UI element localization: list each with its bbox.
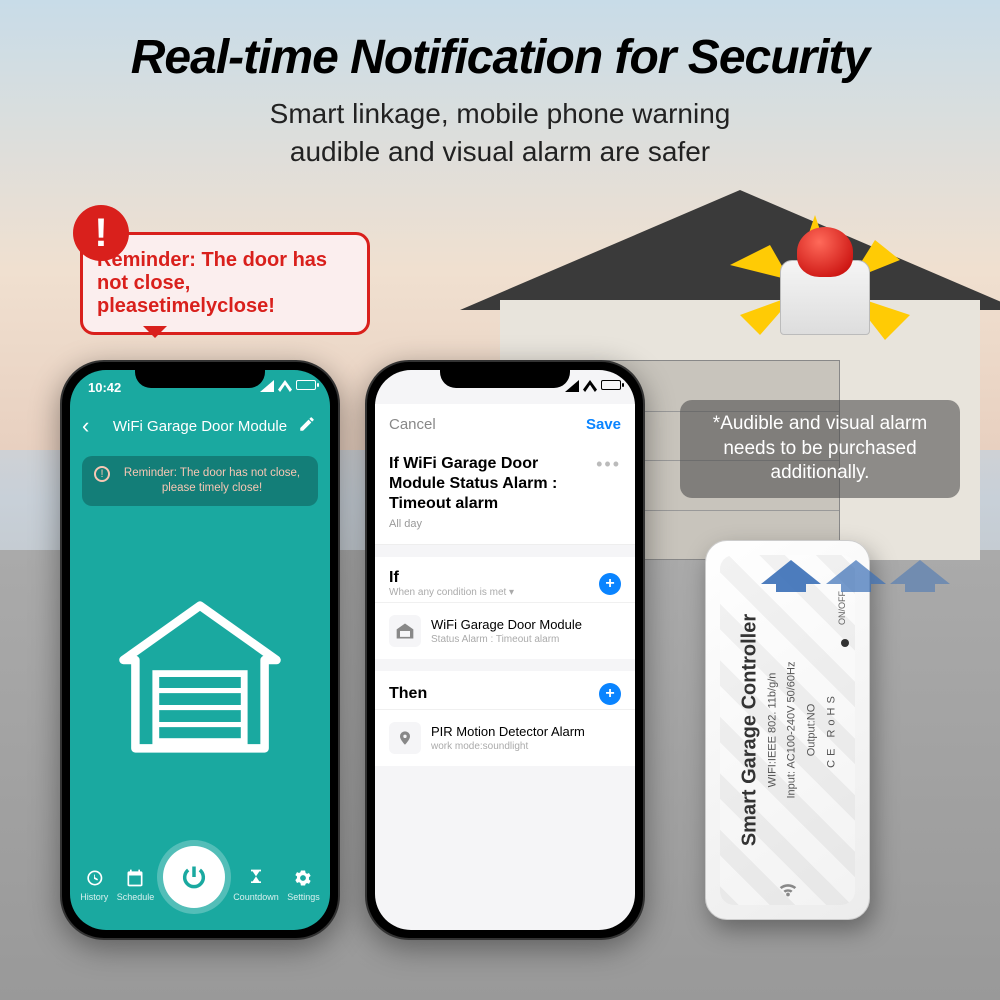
add-then-button[interactable]: + <box>599 683 621 705</box>
controller-title: Smart Garage Controller <box>738 565 761 895</box>
alert-badge-icon: ! <box>73 205 129 261</box>
pir-icon <box>389 722 421 754</box>
then-label: Then <box>389 685 427 703</box>
back-button[interactable]: ‹ <box>82 413 89 439</box>
headline: Real-time Notification for Security <box>0 30 1000 85</box>
wifi-logo-icon <box>775 878 801 905</box>
add-if-button[interactable]: + <box>599 573 621 595</box>
in-app-alert-banner: ! Reminder: The door has not close, plea… <box>82 456 318 506</box>
save-button[interactable]: Save <box>586 416 621 433</box>
controller-wifi-spec: WIFI:IEEE 802. 11b/g/n <box>765 565 780 895</box>
controller-input-spec: Input: AC100-240V 50/60Hz <box>784 565 799 895</box>
alert-icon: ! <box>94 466 110 482</box>
automation-subtitle: All day <box>389 518 589 530</box>
if-card-subtitle: Status Alarm : Timeout alarm <box>431 634 582 645</box>
tab-history[interactable]: History <box>80 868 108 902</box>
onoff-button[interactable] <box>841 639 849 647</box>
alarm-footnote: *Audible and visual alarm needs to be pu… <box>680 400 960 498</box>
then-action-card[interactable]: PIR Motion Detector Alarm work mode:soun… <box>375 709 635 766</box>
tab-countdown-label: Countdown <box>233 892 279 902</box>
signal-icon <box>260 380 274 392</box>
tab-settings-label: Settings <box>287 892 320 902</box>
tab-settings[interactable]: Settings <box>287 868 320 902</box>
automation-title: If WiFi Garage Door Module Status Alarm … <box>389 454 589 514</box>
automation-title-row: If WiFi Garage Door Module Status Alarm … <box>375 444 635 545</box>
garage-state-graphic[interactable] <box>70 514 330 840</box>
wifi-icon <box>278 380 292 392</box>
subhead-line-2: audible and visual alarm are safer <box>290 136 710 167</box>
tab-schedule[interactable]: Schedule <box>117 868 155 902</box>
subhead-line-1: Smart linkage, mobile phone warning <box>270 98 731 129</box>
signal-icon <box>565 380 579 392</box>
reminder-text: Reminder: The door has not close, please… <box>97 249 327 317</box>
status-time: 10:42 <box>88 380 121 395</box>
if-section: If When any condition is met ▾ + WiFi Ga… <box>375 557 635 659</box>
app-screen-garage: 10:42 ‹ WiFi Garage Door Module ! Remind… <box>70 370 330 930</box>
garage-icon <box>389 615 421 647</box>
phone-notch <box>440 362 570 388</box>
if-label: If <box>389 569 514 587</box>
then-card-title: PIR Motion Detector Alarm <box>431 724 585 739</box>
controller-output-spec: Output:NO <box>804 565 819 895</box>
then-card-subtitle: work mode:soundlight <box>431 741 585 752</box>
power-button[interactable] <box>163 846 225 908</box>
in-app-alert-text: Reminder: The door has not close, please… <box>118 466 306 496</box>
siren-dome <box>797 227 853 277</box>
bottom-tab-bar: History Schedule Countdown Settings <box>70 840 330 930</box>
wifi-icon <box>583 380 597 392</box>
battery-icon <box>601 380 621 390</box>
edit-button[interactable] <box>298 415 316 437</box>
phone-notch <box>135 362 265 388</box>
reminder-callout: ! Reminder: The door has not close, plea… <box>80 232 370 335</box>
app-title: WiFi Garage Door Module <box>113 418 287 435</box>
siren-graphic <box>780 260 870 335</box>
phone-device-automation: Cancel Save If WiFi Garage Door Module S… <box>365 360 645 940</box>
if-condition-text[interactable]: When any condition is met ▾ <box>389 587 514 598</box>
cancel-button[interactable]: Cancel <box>389 416 436 433</box>
upload-arrows <box>761 560 950 603</box>
tab-schedule-label: Schedule <box>117 892 155 902</box>
phone-device-app: 10:42 ‹ WiFi Garage Door Module ! Remind… <box>60 360 340 940</box>
controller-cert-marks: CE RoHS <box>825 565 837 895</box>
modal-nav: Cancel Save <box>375 404 635 444</box>
siren-body <box>780 260 870 335</box>
automation-screen: Cancel Save If WiFi Garage Door Module S… <box>375 370 635 930</box>
if-card-title: WiFi Garage Door Module <box>431 617 582 632</box>
then-section: Then + PIR Motion Detector Alarm work mo… <box>375 671 635 766</box>
app-nav-bar: ‹ WiFi Garage Door Module <box>70 404 330 448</box>
tab-countdown[interactable]: Countdown <box>233 868 279 902</box>
battery-icon <box>296 380 316 390</box>
subheadline: Smart linkage, mobile phone warning audi… <box>0 95 1000 171</box>
more-button[interactable]: ••• <box>596 454 621 475</box>
if-condition-card[interactable]: WiFi Garage Door Module Status Alarm : T… <box>375 602 635 659</box>
tab-history-label: History <box>80 892 108 902</box>
